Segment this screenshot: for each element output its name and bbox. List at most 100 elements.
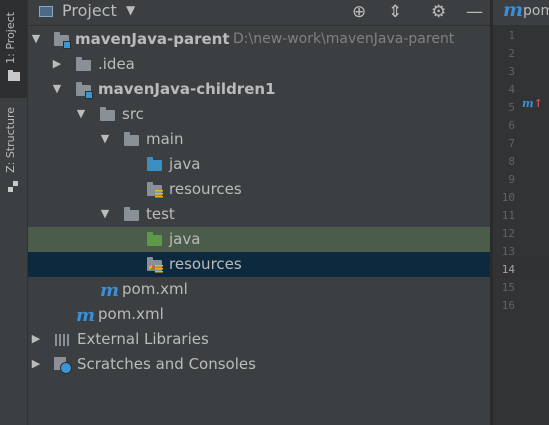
test-resources-folder-icon <box>147 257 163 273</box>
line-number-row: 16 <box>493 297 549 315</box>
tree-item-path: D:\new-work\mavenJava-parent <box>233 31 455 47</box>
module-folder-icon <box>76 82 93 99</box>
line-number-gutter: 1 2 3 4 5 6 7 8 9 10 11 12 13 14 15 16 <box>493 27 549 315</box>
tool-window-stripe: 1: Project Z: Structure <box>0 0 28 425</box>
folder-icon <box>124 207 140 221</box>
tree-item-external-libraries[interactable]: ▶ External Libraries <box>28 327 490 352</box>
tree-item-label: External Libraries <box>77 330 209 348</box>
line-number: 4 <box>508 83 515 96</box>
tree-item-scratches[interactable]: ▶ Scratches and Consoles <box>28 352 490 377</box>
line-number-row: 2 <box>493 45 549 63</box>
project-tool-tab-label: 1: Project <box>4 12 17 64</box>
module-folder-icon <box>54 32 71 49</box>
source-folder-icon <box>147 157 163 171</box>
expand-arrow-icon[interactable]: ▼ <box>99 207 111 220</box>
test-source-folder-icon <box>147 232 163 246</box>
maven-icon: m <box>100 280 120 301</box>
tree-item-label: resources <box>169 255 242 273</box>
line-number: 10 <box>501 191 515 204</box>
line-number-row: 11 <box>493 207 549 225</box>
line-number: 3 <box>508 65 515 78</box>
collapsed-arrow-icon[interactable]: ▶ <box>30 332 42 345</box>
tree-item-label: pom.xml <box>122 280 188 298</box>
line-number: 12 <box>501 227 515 240</box>
expand-arrow-icon[interactable]: ▼ <box>51 82 63 95</box>
line-number: 6 <box>508 119 515 132</box>
editor-area: m pom 12345678910111213141516 m↑ <box>493 0 549 425</box>
project-view-icon <box>39 6 53 17</box>
minimize-icon[interactable]: — <box>466 1 483 23</box>
locate-icon[interactable]: ⊕ <box>352 1 366 23</box>
project-tree: ▼ mavenJava-parent D:\new-work\mavenJava… <box>28 27 490 377</box>
project-tool-tab[interactable]: 1: Project <box>0 0 27 98</box>
project-view-title[interactable]: Project <box>62 1 117 20</box>
line-number-row: 14 <box>493 261 549 279</box>
structure-tool-tab[interactable]: Z: Structure <box>0 103 27 203</box>
collapse-all-icon[interactable]: ⇕ <box>388 1 402 23</box>
chevron-down-icon[interactable]: ▼ <box>126 3 135 17</box>
line-number: 14 <box>501 263 515 276</box>
tree-item-src[interactable]: ▼ src <box>28 102 490 127</box>
expand-arrow-icon[interactable]: ▼ <box>99 132 111 145</box>
maven-icon: m <box>76 305 96 326</box>
line-number-row: 9 <box>493 171 549 189</box>
tree-item-children-pom[interactable]: m pom.xml <box>28 277 490 302</box>
line-number-row: 12 <box>493 225 549 243</box>
tree-item-label: main <box>146 130 184 148</box>
folder-icon <box>76 57 92 71</box>
maven-override-marker-icon[interactable]: m↑ <box>522 97 543 110</box>
resources-folder-icon <box>147 182 163 198</box>
folder-icon <box>124 132 140 146</box>
library-icon <box>54 332 70 346</box>
line-number: 9 <box>508 173 515 186</box>
tree-item-label: resources <box>169 180 242 198</box>
gear-icon[interactable]: ⚙ <box>431 1 446 23</box>
expand-arrow-icon[interactable]: ▼ <box>30 32 42 45</box>
tree-item-main-resources[interactable]: resources <box>28 177 490 202</box>
tree-item-idea[interactable]: ▶ .idea <box>28 52 490 77</box>
project-panel-header: Project ▼ ⊕ ⇕ ⚙ — <box>28 0 490 26</box>
scratches-icon <box>54 357 72 374</box>
maven-icon: m <box>503 0 524 21</box>
tree-item-label: java <box>169 155 201 173</box>
tree-item-label: .idea <box>98 55 135 73</box>
line-number-row: 15 <box>493 279 549 297</box>
tree-item-main-java[interactable]: java <box>28 152 490 177</box>
line-number-row: 7 <box>493 135 549 153</box>
tree-item-label: java <box>169 230 201 248</box>
structure-tool-tab-label: Z: Structure <box>4 107 17 173</box>
line-number: 15 <box>501 281 515 294</box>
line-number-row: 13 <box>493 243 549 261</box>
collapsed-arrow-icon[interactable]: ▶ <box>51 57 63 70</box>
collapsed-arrow-icon[interactable]: ▶ <box>30 357 42 370</box>
tree-item-parent-pom[interactable]: m pom.xml <box>28 302 490 327</box>
editor-tab-label: pom <box>523 3 549 19</box>
tree-item-label: mavenJava-parent <box>75 30 230 48</box>
editor-tab-pom[interactable]: m pom <box>493 0 549 26</box>
line-number-row: 1 <box>493 27 549 45</box>
project-panel: Project ▼ ⊕ ⇕ ⚙ — ▼ mavenJava-parent D:\… <box>28 0 490 425</box>
tree-item-label: pom.xml <box>98 305 164 323</box>
tree-item-label: Scratches and Consoles <box>77 355 256 373</box>
structure-icon <box>8 187 13 192</box>
line-number-row: 8 <box>493 153 549 171</box>
line-number: 16 <box>501 299 515 312</box>
line-number-row: 6 <box>493 117 549 135</box>
line-number: 13 <box>501 245 515 258</box>
tree-item-test-resources[interactable]: resources <box>28 252 490 277</box>
line-number: 11 <box>501 209 515 222</box>
tree-item-test-java[interactable]: java <box>28 227 490 252</box>
tree-item-mavenjava-parent[interactable]: ▼ mavenJava-parent D:\new-work\mavenJava… <box>28 27 490 52</box>
folder-icon <box>100 107 116 121</box>
tree-item-label: mavenJava-children1 <box>98 80 276 98</box>
tree-item-label: src <box>122 105 144 123</box>
tree-item-test[interactable]: ▼ test <box>28 202 490 227</box>
line-number-row: 10 <box>493 189 549 207</box>
line-number: 8 <box>508 155 515 168</box>
expand-arrow-icon[interactable]: ▼ <box>75 107 87 120</box>
tree-item-mavenjava-children1[interactable]: ▼ mavenJava-children1 <box>28 77 490 102</box>
line-number: 5 <box>508 101 515 114</box>
line-number: 1 <box>508 29 515 42</box>
line-number: 7 <box>508 137 515 150</box>
tree-item-main[interactable]: ▼ main <box>28 127 490 152</box>
